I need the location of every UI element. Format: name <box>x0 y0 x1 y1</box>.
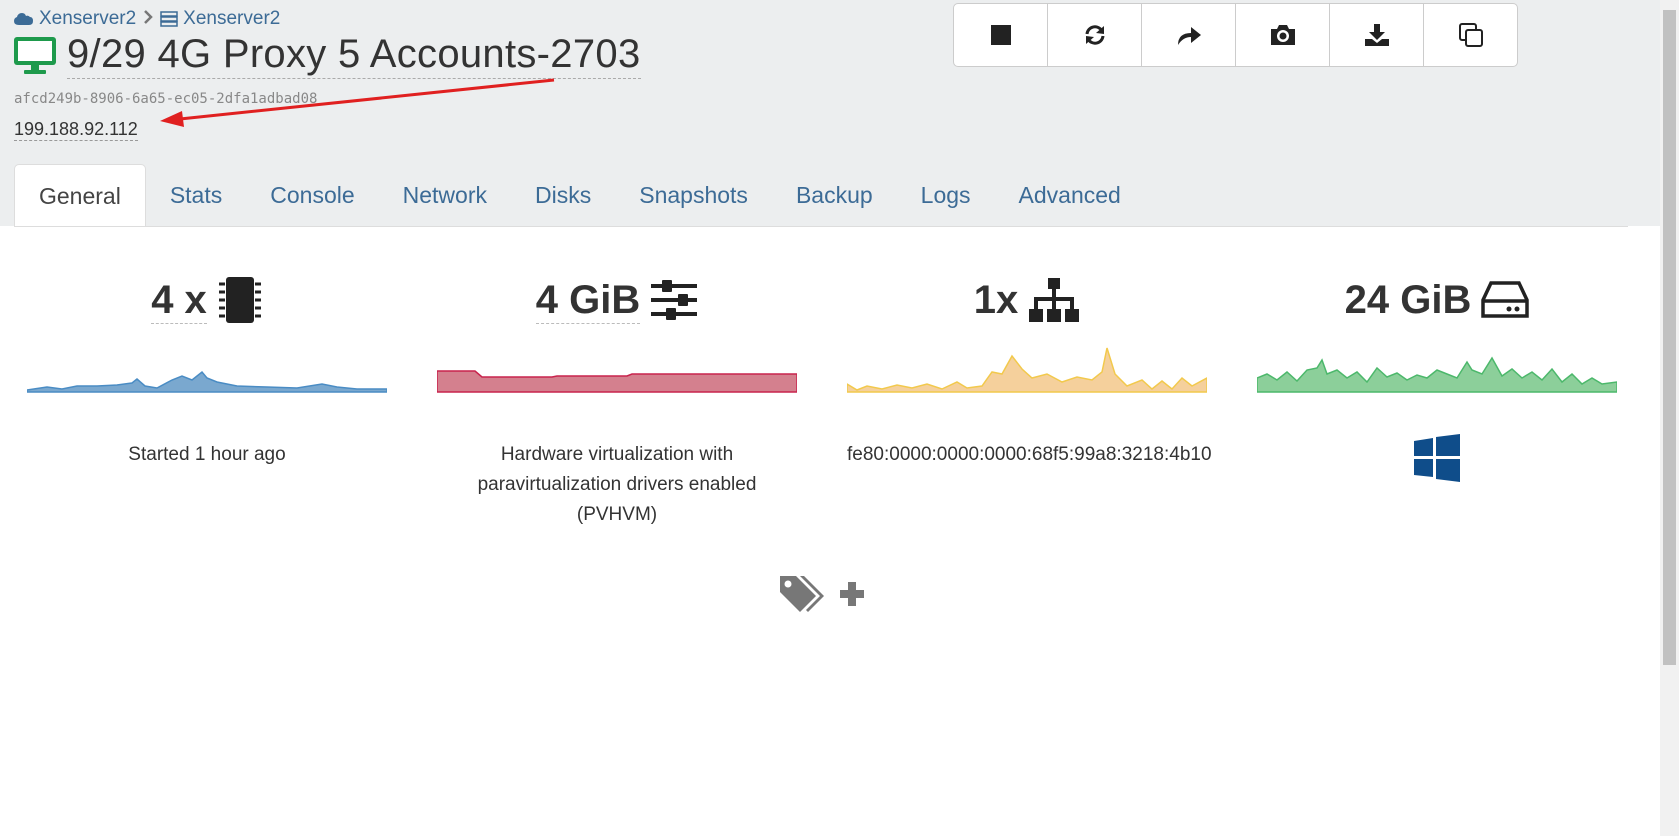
tab-snapshots[interactable]: Snapshots <box>615 164 772 226</box>
hard-drive-icon <box>1481 281 1530 318</box>
virtualization-text: Hardware virtualization with paravirtual… <box>477 444 757 525</box>
stop-button[interactable] <box>954 4 1048 66</box>
network-count: 1x <box>973 277 1019 322</box>
tab-bar: General Stats Console Network Disks Snap… <box>14 164 1145 226</box>
copy-button[interactable] <box>1424 4 1517 66</box>
tab-network[interactable]: Network <box>379 164 511 226</box>
tags-area <box>778 574 866 614</box>
network-stat: 1x fe80:0000:0000:0000:68f5:99a8:3218:4b… <box>847 270 1212 470</box>
tab-divider <box>14 226 1628 227</box>
disk-sparkline <box>1257 356 1617 393</box>
uptime-text: Started 1 hour ago <box>128 444 286 465</box>
refresh-icon <box>1085 25 1104 45</box>
cpu-sparkline <box>27 370 387 393</box>
network-icon <box>1029 278 1080 322</box>
download-icon <box>1364 24 1389 46</box>
memory-size[interactable]: 4 GiB <box>535 277 641 324</box>
windows-icon <box>1414 434 1460 482</box>
camera-icon <box>1270 25 1295 45</box>
tab-console[interactable]: Console <box>246 164 378 226</box>
scrollbar[interactable] <box>1660 0 1679 836</box>
stop-icon <box>990 25 1011 45</box>
ipv6-address: fe80:0000:0000:0000:68f5:99a8:3218:4b10 <box>847 444 1212 465</box>
network-sparkline <box>847 347 1207 393</box>
export-button[interactable] <box>1330 4 1424 66</box>
tab-advanced[interactable]: Advanced <box>995 164 1145 226</box>
memory-stat: 4 GiB Hardware virtualization with parav… <box>437 270 797 530</box>
cpu-count[interactable]: 4 x <box>151 277 207 324</box>
share-icon <box>1177 27 1201 45</box>
disk-stat: 24 GiB <box>1257 270 1617 492</box>
os-info <box>1257 434 1617 492</box>
scrollbar-thumb[interactable] <box>1663 10 1676 665</box>
sliders-icon <box>651 280 698 320</box>
restart-button[interactable] <box>1048 4 1142 66</box>
tab-general[interactable]: General <box>14 164 146 226</box>
add-tag-icon[interactable] <box>838 580 866 608</box>
snapshot-button[interactable] <box>1236 4 1330 66</box>
memory-sparkline <box>437 370 797 393</box>
tab-backup[interactable]: Backup <box>772 164 897 226</box>
tab-disks[interactable]: Disks <box>511 164 615 226</box>
copy-icon <box>1458 23 1483 47</box>
disk-size: 24 GiB <box>1344 277 1472 322</box>
annotation-arrow <box>160 78 555 127</box>
tab-stats[interactable]: Stats <box>146 164 246 226</box>
cpu-icon <box>218 277 261 323</box>
vm-action-toolbar <box>953 3 1518 67</box>
tab-logs[interactable]: Logs <box>897 164 995 226</box>
tags-icon <box>780 576 824 612</box>
cpu-stat: 4 x Started 1 hour ago <box>27 270 387 470</box>
migrate-button[interactable] <box>1142 4 1236 66</box>
